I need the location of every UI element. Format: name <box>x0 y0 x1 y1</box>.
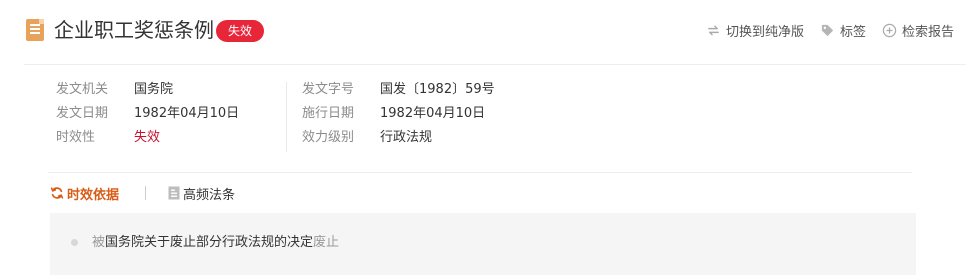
tag-label: 标签 <box>839 24 866 40</box>
document-meta: 发文机关 国务院 发文日期 1982年04月10日 时效性 失效 发文字号 国发… <box>56 78 916 164</box>
meta-value: 1982年04月10日 <box>134 106 240 121</box>
tab-frequent-articles-label: 高频法条 <box>183 187 236 203</box>
meta-label: 发文机关 <box>56 82 109 97</box>
tab-separator <box>145 186 147 200</box>
list-item: 被国务院关于废止部分行政法规的决定废止 <box>92 232 339 254</box>
meta-row-issuer: 发文机关 国务院 <box>56 78 286 102</box>
switch-icon <box>708 25 719 35</box>
document-icon <box>168 186 180 200</box>
relation-prefix: 被 <box>92 235 106 250</box>
list-bullet <box>71 239 78 246</box>
repealing-decision-link[interactable]: 国务院关于废止部分行政法规的决定 <box>105 235 313 250</box>
meta-label: 效力级别 <box>302 130 355 145</box>
validity-panel: 被国务院关于废止部分行政法规的决定废止 <box>50 213 916 275</box>
meta-value: 行政法规 <box>380 130 433 145</box>
meta-row-issue-date: 发文日期 1982年04月10日 <box>56 102 286 126</box>
tag-icon <box>821 24 834 36</box>
header-divider <box>24 64 966 65</box>
meta-label: 发文日期 <box>56 106 109 121</box>
relation-suffix: 废止 <box>313 235 340 250</box>
page-header: 企业职工奖惩条例 失效 切换到纯净版 标签 检索报告 <box>0 0 966 62</box>
tab-validity-basis-label: 时效依据 <box>67 187 120 203</box>
meta-row-validity: 时效性 失效 <box>56 126 286 150</box>
page-title: 企业职工奖惩条例 <box>54 18 214 42</box>
add-circle-icon <box>882 23 897 37</box>
meta-column-right: 发文字号 国发〔1982〕59号 施行日期 1982年04月10日 效力级别 行… <box>302 78 702 150</box>
meta-value-invalid: 失效 <box>134 130 161 145</box>
status-badge: 失效 <box>216 20 265 42</box>
tab-validity-basis[interactable]: 时效依据 <box>50 184 119 203</box>
meta-label: 发文字号 <box>302 82 355 97</box>
meta-row-level: 效力级别 行政法规 <box>302 126 702 150</box>
switch-clean-version-label: 切换到纯净版 <box>725 24 804 40</box>
tag-button[interactable]: 标签 <box>820 21 866 40</box>
meta-row-effective-date: 施行日期 1982年04月10日 <box>302 102 702 126</box>
meta-column-left: 发文机关 国务院 发文日期 1982年04月10日 时效性 失效 <box>56 78 286 150</box>
meta-column-separator <box>286 82 287 152</box>
header-toolbar: 切换到纯净版 标签 检索报告 <box>706 19 954 41</box>
law-document-icon <box>26 19 44 41</box>
refresh-icon <box>50 187 64 199</box>
section-divider <box>48 172 912 173</box>
meta-value: 国务院 <box>134 82 174 97</box>
meta-value: 1982年04月10日 <box>380 106 486 121</box>
tab-bar: 时效依据 高频法条 <box>50 180 235 206</box>
meta-row-doc-number: 发文字号 国发〔1982〕59号 <box>302 78 702 102</box>
search-report-button[interactable]: 检索报告 <box>882 21 954 40</box>
meta-label: 时效性 <box>56 130 96 145</box>
search-report-label: 检索报告 <box>901 24 954 40</box>
tab-frequent-articles[interactable]: 高频法条 <box>168 184 235 203</box>
meta-label: 施行日期 <box>302 106 355 121</box>
meta-value: 国发〔1982〕59号 <box>380 82 495 97</box>
switch-clean-version-button[interactable]: 切换到纯净版 <box>706 21 804 40</box>
